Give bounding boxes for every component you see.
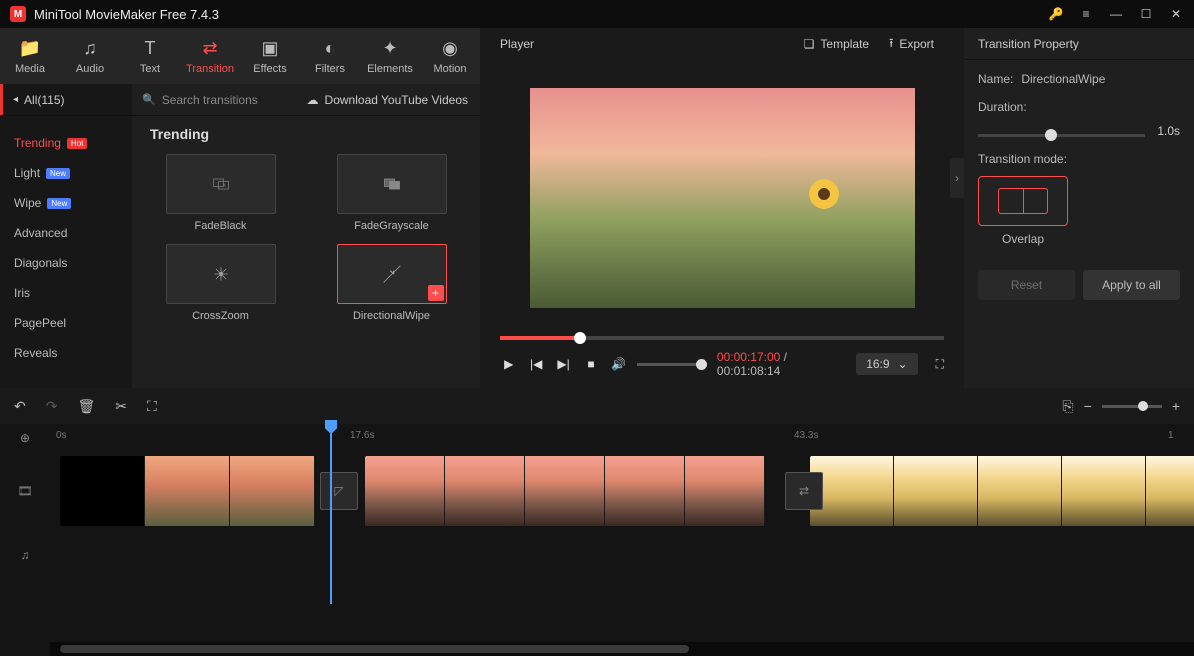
mode-overlap-label: Overlap — [978, 232, 1068, 246]
sidebar-item-diagonals[interactable]: Diagonals — [0, 248, 132, 278]
search-input[interactable]: Search transitions — [132, 93, 295, 107]
tab-transition[interactable]: ⇄Transition — [180, 28, 240, 84]
timeline-scrollbar[interactable] — [50, 642, 1194, 656]
tab-effects[interactable]: ▣Effects — [240, 28, 300, 84]
split-button[interactable]: ✂ — [115, 398, 127, 415]
hot-badge: Hot — [67, 138, 87, 149]
export-icon: ⭱ — [889, 34, 893, 55]
prev-frame-button[interactable]: |◀ — [527, 354, 544, 374]
seek-slider[interactable] — [500, 336, 944, 340]
volume-slider[interactable] — [637, 363, 707, 366]
layers-icon: ❏ — [804, 37, 815, 51]
grid-heading: Trending — [150, 126, 462, 142]
volume-icon[interactable]: 🔊 — [610, 354, 627, 374]
tab-media[interactable]: 📁Media — [0, 28, 60, 84]
maximize-button[interactable]: ☐ — [1138, 6, 1154, 22]
undo-button[interactable]: ↶ — [14, 398, 26, 415]
tab-motion[interactable]: ◉Motion — [420, 28, 480, 84]
next-frame-button[interactable]: ▶| — [555, 354, 572, 374]
property-panel-title: Transition Property — [964, 28, 1194, 60]
app-icon: M — [10, 6, 26, 22]
cloud-download-icon: ☁ — [307, 93, 319, 107]
duration-label: Duration: — [978, 100, 1027, 114]
license-key-icon[interactable]: 🔑 — [1048, 6, 1064, 22]
player-title: Player — [500, 37, 794, 51]
filters-icon: ◐ — [325, 38, 336, 59]
category-sidebar: TrendingHot LightNew WipeNew Advanced Di… — [0, 116, 132, 388]
name-value: DirectionalWipe — [1021, 72, 1105, 86]
playhead[interactable] — [330, 424, 332, 604]
aspect-ratio-select[interactable]: 16:9⌄ — [856, 353, 917, 375]
tab-audio[interactable]: ♫Audio — [60, 28, 120, 84]
name-label: Name: — [978, 72, 1013, 86]
sidebar-item-iris[interactable]: Iris — [0, 278, 132, 308]
effects-icon: ▣ — [261, 38, 278, 59]
zoom-slider[interactable] — [1102, 405, 1162, 408]
timeline-clip-2[interactable] — [365, 456, 765, 526]
tab-text[interactable]: TText — [120, 28, 180, 84]
sidebar-item-wipe[interactable]: WipeNew — [0, 188, 132, 218]
audio-track[interactable] — [50, 530, 1194, 580]
music-icon: ♫ — [83, 38, 97, 59]
transition-fadegrayscale[interactable]: FadeGrayscale — [321, 154, 462, 232]
apply-to-all-button[interactable]: Apply to all — [1083, 270, 1180, 300]
folder-icon: 📁 — [19, 38, 41, 59]
transition-icon: ⇄ — [202, 38, 217, 59]
transition-directionalwipe[interactable]: + DirectionalWipe — [321, 244, 462, 322]
add-icon[interactable]: + — [428, 285, 444, 301]
video-preview[interactable] — [530, 88, 915, 308]
zoom-in-button[interactable]: + — [1172, 398, 1180, 414]
new-badge: New — [46, 168, 70, 179]
new-badge: New — [47, 198, 71, 209]
redo-button[interactable]: ↷ — [46, 398, 58, 415]
all-category-tab[interactable]: All(115) — [0, 84, 132, 115]
fullscreen-button[interactable]: ⛶ — [936, 357, 944, 372]
add-track-button[interactable]: ⊕ — [0, 424, 50, 452]
duration-slider[interactable] — [978, 134, 1145, 137]
sidebar-item-pagepeel[interactable]: PagePeel — [0, 308, 132, 338]
sidebar-item-reveals[interactable]: Reveals — [0, 338, 132, 368]
delete-button[interactable]: 🗑 — [77, 398, 95, 415]
sidebar-item-light[interactable]: LightNew — [0, 158, 132, 188]
mode-overlap-option[interactable] — [978, 176, 1068, 226]
close-button[interactable]: ✕ — [1168, 6, 1184, 22]
mode-label: Transition mode: — [978, 152, 1067, 166]
audio-track-icon[interactable]: ♫ — [0, 548, 50, 562]
text-icon: T — [145, 38, 156, 59]
crop-button[interactable]: ⛶ — [147, 398, 157, 415]
video-track-icon[interactable]: 🎞 — [0, 484, 50, 498]
template-button[interactable]: ❏Template — [794, 37, 879, 51]
timeline-transition-2[interactable]: ⇄ — [785, 472, 823, 510]
minimize-button[interactable]: — — [1108, 6, 1124, 22]
chevron-down-icon: ⌄ — [898, 357, 908, 371]
duration-value: 1.0s — [1157, 124, 1180, 138]
time-display: 00:00:17:00 / 00:01:08:14 — [717, 350, 836, 378]
play-button[interactable]: ▶ — [500, 354, 517, 374]
menu-icon[interactable]: ≡ — [1078, 6, 1094, 22]
motion-icon: ◉ — [442, 38, 458, 59]
sidebar-item-trending[interactable]: TrendingHot — [0, 128, 132, 158]
zoom-out-button[interactable]: − — [1084, 398, 1092, 414]
export-button[interactable]: ⭱Export — [879, 34, 944, 55]
tab-elements[interactable]: ✦Elements — [360, 28, 420, 84]
reset-button[interactable]: Reset — [978, 270, 1075, 300]
tab-filters[interactable]: ◐Filters — [300, 28, 360, 84]
stop-button[interactable]: ■ — [582, 354, 599, 374]
transition-fadeblack[interactable]: FadeBlack — [150, 154, 291, 232]
timeline-transition-1[interactable]: ◸ — [320, 472, 358, 510]
sidebar-item-advanced[interactable]: Advanced — [0, 218, 132, 248]
transition-crosszoom[interactable]: CrossZoom — [150, 244, 291, 322]
timeline-ruler[interactable]: 0s 17.6s 43.3s 1 — [50, 424, 1194, 452]
timeline-clip-3[interactable] — [810, 456, 1194, 526]
download-youtube-link[interactable]: ☁Download YouTube Videos — [295, 93, 480, 107]
fit-timeline-button[interactable]: ⎘ — [1062, 398, 1073, 415]
timeline-clip-1[interactable] — [60, 456, 315, 526]
window-title: MiniTool MovieMaker Free 7.4.3 — [34, 7, 1048, 22]
collapse-panel-button[interactable]: › — [950, 158, 964, 198]
elements-icon: ✦ — [382, 38, 397, 59]
